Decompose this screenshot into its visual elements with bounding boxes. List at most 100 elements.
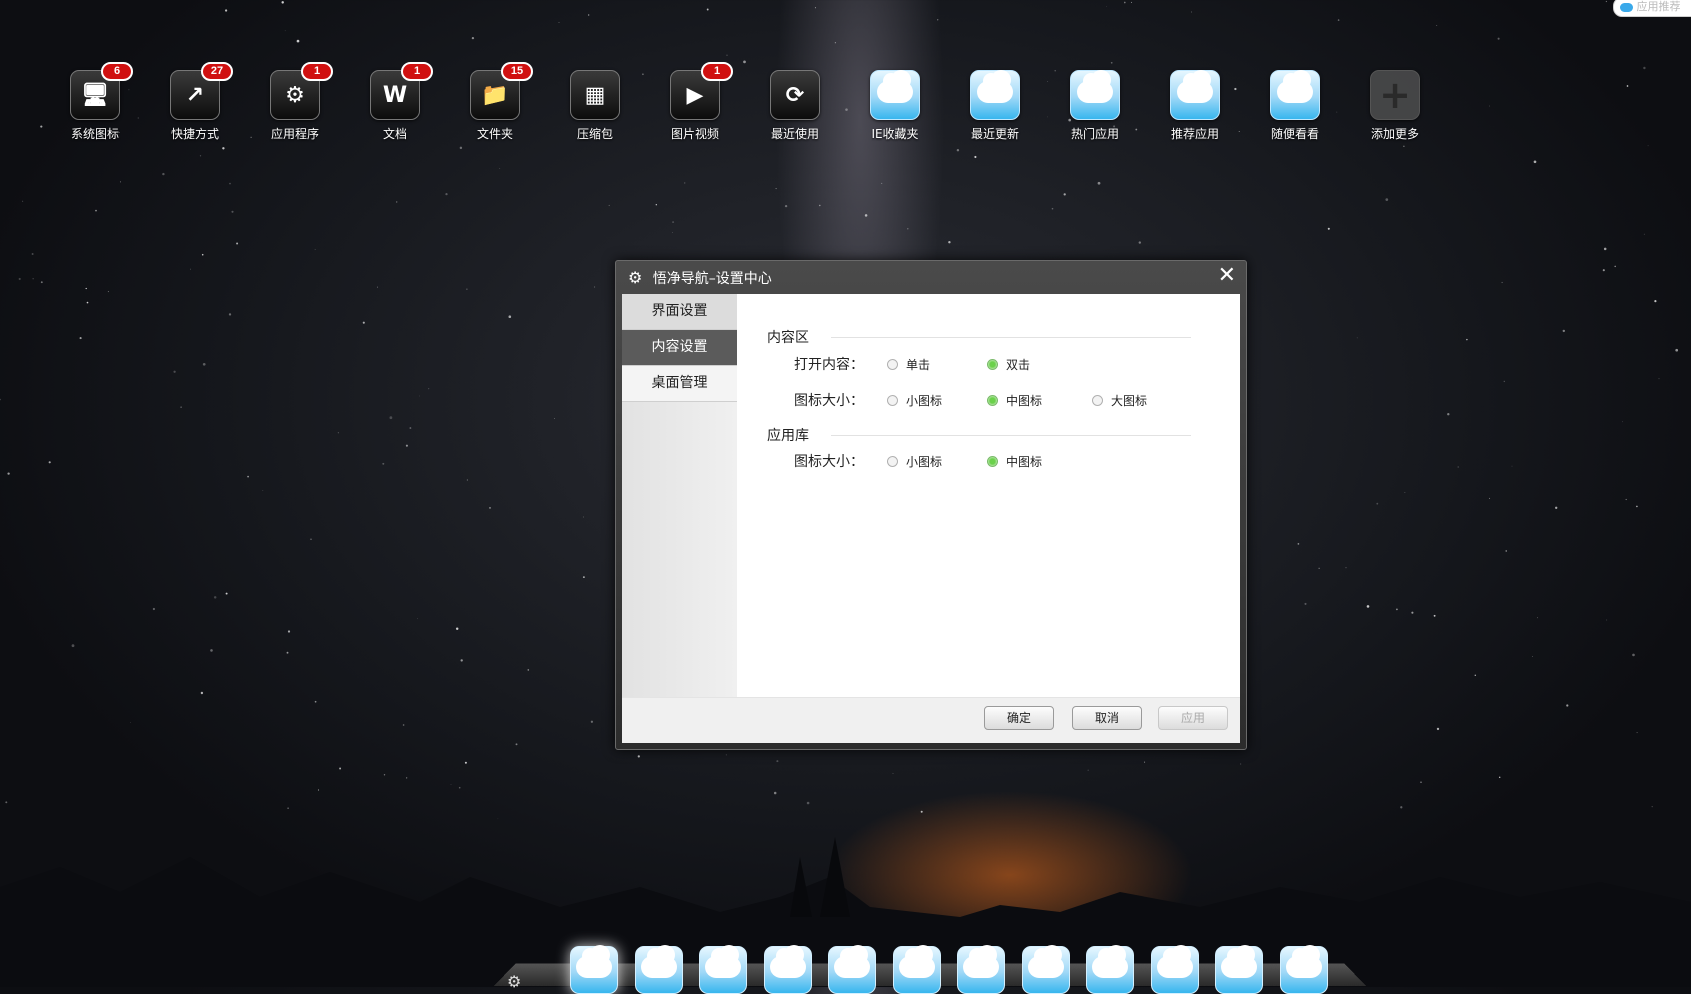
dock-settings-icon[interactable]: ⚙ [507,972,521,991]
recent-icon: ⟳ [770,70,820,120]
app-icon-size-label: 图标大小： [794,454,864,470]
desktop-icon-label: 文档 [382,127,407,141]
count-badge: 1 [701,62,733,81]
desktop-icon-cloud[interactable]: 随便看看 [1255,70,1335,142]
desktop-icon-label: 压缩包 [576,127,613,141]
nav-item-content-settings[interactable]: 内容设置 [622,330,737,366]
cloud-icon [970,70,1020,120]
radio-dot-selected [987,395,998,406]
desktop-icon-computer[interactable]: 🖥 6 系统图标 [55,62,135,142]
section-divider [831,435,1191,436]
nav-item-interface-settings[interactable]: 界面设置 [622,294,737,330]
cloud-shape [877,70,913,103]
cloud-icon [963,945,999,978]
section-title-content-area: 内容区 [767,330,809,346]
desktop-icon-document[interactable]: W 1 文档 [355,62,435,142]
desktop-icon-cloud[interactable]: 推荐应用 [1155,70,1235,142]
radio-label: 小图标 [906,455,943,469]
desktop-icon-label: 快捷方式 [170,127,219,141]
radio-double-click[interactable]: 双击 [987,356,1030,373]
desktop-icon-shortcut[interactable]: ↗ 27 快捷方式 [155,62,235,142]
app-recommend-label: 应用推荐 [1636,0,1681,13]
radio-large-icon[interactable]: 大图标 [1092,392,1147,409]
radio-label: 双击 [1006,358,1031,372]
radio-single-click[interactable]: 单击 [887,356,930,373]
cloud-icon [1221,945,1257,978]
desktop-icon-media[interactable]: ▶ 1 图片视频 [655,62,735,142]
dialog-title: 悟净导航–设置中心 [652,271,772,287]
desktop-icon-label: 推荐应用 [1170,127,1219,141]
icon-glyph: ⚙ [285,82,305,108]
shortcut-icon: ↗ 27 [170,62,233,120]
desktop-icon-cloud[interactable]: 热门应用 [1055,70,1135,142]
radio-medium-icon[interactable]: 中图标 [987,392,1042,409]
dialog-footer: 确定 取消 应用 [622,697,1240,743]
desktop-icon-label: 图片视频 [670,127,719,141]
cloud-icon [1092,945,1128,978]
gear-icon: ⚙ [628,268,643,287]
cloud-shape [977,70,1013,103]
radio-small-icon[interactable]: 小图标 [887,392,942,409]
radio-dot [887,395,898,406]
desktop-icon-cloud[interactable]: 最近更新 [955,70,1035,142]
desktop-icon-label: 最近使用 [770,127,819,141]
icon-glyph: 🖥 [81,82,109,108]
radio-app-medium-icon[interactable]: 中图标 [987,453,1042,470]
count-badge: 27 [201,62,233,81]
icon-glyph: ↗ [185,82,205,108]
radio-app-small-icon[interactable]: 小图标 [887,453,942,470]
section-divider [831,337,1191,338]
cloud-icon [705,945,741,978]
ok-button[interactable]: 确定 [984,706,1054,730]
radio-dot [887,456,898,467]
desktop-icon-add[interactable]: + 添加更多 [1355,70,1435,142]
cloud-icon [1620,2,1633,12]
archive-icon: ▦ [570,70,620,120]
radio-dot [1092,395,1103,406]
cloud-icon [640,945,677,978]
settings-dialog: ⚙ 悟净导航–设置中心 ✕ 界面设置 内容设置 桌面管理 内容区 打开内容： 单… [615,260,1247,750]
cloud-shape [1277,70,1313,103]
radio-dot-selected [987,456,998,467]
add-icon: + [1370,70,1420,120]
desktop-icon-cloud[interactable]: IE收藏夹 [855,70,935,142]
desktop-icon-recent[interactable]: ⟳ 最近使用 [755,70,835,142]
desktop-icon-application[interactable]: ⚙ 1 应用程序 [255,62,335,142]
desktop-icon-label: 随便看看 [1270,127,1319,141]
media-icon: ▶ 1 [670,62,733,120]
radio-dot-selected [987,359,998,370]
nav-item-desktop-management[interactable]: 桌面管理 [622,366,737,402]
document-icon: W1 [370,62,433,120]
cloud-icon [1027,945,1064,978]
open-content-label: 打开内容： [794,357,864,373]
radio-label: 单击 [906,358,931,372]
settings-side-nav: 界面设置 内容设置 桌面管理 [622,294,737,697]
section-title-app-library: 应用库 [767,428,809,444]
desktop-icon-folder[interactable]: 📁 15 文件夹 [455,62,535,142]
cloud-shape [1077,70,1113,103]
app-recommend-tab[interactable]: 应用推荐 [1613,0,1691,17]
cancel-button[interactable]: 取消 [1072,706,1142,730]
cloud-icon [576,945,612,978]
cloud-icon [1170,70,1220,120]
radio-label: 中图标 [1006,455,1043,469]
close-icon[interactable]: ✕ [1218,263,1236,288]
cloud-icon [1156,945,1193,978]
dialog-title-bar: ⚙ 悟净导航–设置中心 [628,265,772,291]
desktop-icon-archive[interactable]: ▦ 压缩包 [555,70,635,142]
cloud-icon [769,945,806,978]
cloud-icon [834,945,870,978]
dialog-body: 界面设置 内容设置 桌面管理 内容区 打开内容： 单击 双击 图标大小： 小图标… [622,294,1240,743]
icon-glyph: W [382,82,408,108]
cloud-icon [1070,70,1120,120]
radio-dot [887,359,898,370]
radio-label: 大图标 [1111,394,1148,408]
folder-icon: 📁 15 [470,62,533,120]
icon-size-label: 图标大小： [794,393,864,409]
apply-button[interactable]: 应用 [1158,706,1228,730]
computer-icon: 🖥 6 [70,62,133,120]
icon-glyph: ▶ [686,82,704,108]
radio-label: 中图标 [1006,394,1043,408]
cloud-icon [1285,945,1322,978]
cloud-shape [1177,70,1213,103]
